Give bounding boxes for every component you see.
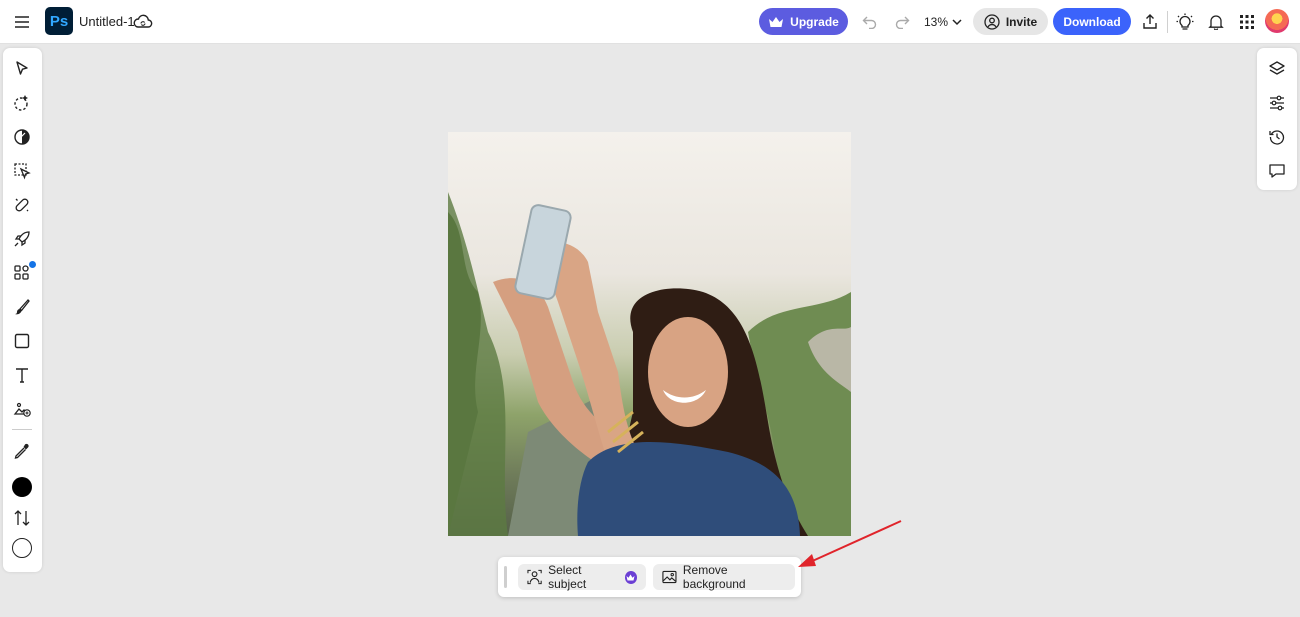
object-select-icon <box>14 163 31 180</box>
user-avatar[interactable] <box>1265 9 1289 33</box>
rocket-icon <box>14 231 30 247</box>
eyedropper-tool[interactable] <box>10 439 34 463</box>
comment-icon <box>1269 164 1285 178</box>
add-ons-tool[interactable] <box>10 261 36 285</box>
layers-icon <box>1269 61 1285 75</box>
quick-selection-tool[interactable] <box>10 91 34 115</box>
selfie-photo <box>448 192 851 536</box>
select-subject-icon <box>527 569 542 585</box>
left-toolbar <box>3 48 42 572</box>
toolbar-divider <box>1167 11 1168 33</box>
layers-button[interactable] <box>1265 57 1289 81</box>
history-button[interactable] <box>1265 125 1289 149</box>
object-selection-tool[interactable] <box>10 159 34 183</box>
move-tool[interactable] <box>10 57 34 81</box>
foreground-color-circle <box>12 477 32 497</box>
select-subject-button[interactable]: Select subject <box>518 563 646 591</box>
shape-tool[interactable] <box>10 329 34 353</box>
adjust-tool[interactable] <box>10 125 34 149</box>
bandage-icon <box>15 198 29 212</box>
download-button[interactable]: Download <box>1053 8 1131 35</box>
dashed-selection-icon <box>14 95 28 111</box>
eyedropper-icon <box>14 443 29 459</box>
brush-tool[interactable] <box>10 295 34 319</box>
hamburger-icon <box>15 16 29 28</box>
photoshop-logo[interactable]: Ps <box>45 7 73 35</box>
tool-separator <box>12 429 32 430</box>
taskbar-drag-handle[interactable] <box>504 566 507 588</box>
apps-button[interactable] <box>1235 10 1259 34</box>
image-icon <box>662 570 677 584</box>
right-toolbar <box>1257 48 1297 190</box>
document-title[interactable]: Untitled-1 <box>79 13 135 29</box>
type-tool[interactable] <box>10 363 34 387</box>
upgrade-button[interactable]: Upgrade <box>759 8 848 35</box>
learn-button[interactable] <box>1173 10 1197 34</box>
cloud-sync-button[interactable] <box>132 11 154 33</box>
healing-tool[interactable] <box>10 193 34 217</box>
redo-button[interactable] <box>890 10 914 34</box>
crown-icon <box>769 16 784 27</box>
upgrade-label: Upgrade <box>790 14 839 29</box>
red-arrow-annotation <box>798 520 902 567</box>
foreground-color-swatch[interactable] <box>10 475 34 499</box>
swap-arrows-icon <box>14 510 30 526</box>
undo-icon <box>862 16 877 29</box>
add-image-icon <box>13 402 31 417</box>
adjustments-button[interactable] <box>1265 91 1289 115</box>
plugins-grid-icon <box>14 265 29 280</box>
notifications-button[interactable] <box>1204 10 1228 34</box>
cloud-sync-icon <box>133 14 153 28</box>
add-image-tool[interactable] <box>10 397 34 421</box>
canvas-photo[interactable] <box>448 132 851 536</box>
type-icon <box>16 368 28 383</box>
background-color-swatch[interactable] <box>10 536 34 560</box>
contrast-icon <box>14 129 30 145</box>
background-color-circle <box>12 538 32 558</box>
chevron-down-icon <box>952 19 962 26</box>
invite-user-icon <box>984 13 1000 30</box>
menu-button[interactable] <box>10 10 34 34</box>
history-icon <box>1269 130 1285 145</box>
quick-actions-tool[interactable] <box>10 227 34 251</box>
new-badge <box>29 261 36 268</box>
apps-grid-icon <box>1240 15 1254 29</box>
comments-button[interactable] <box>1265 159 1289 183</box>
top-bar: Ps Untitled-1 Upgrade 13% Invite Downloa… <box>0 0 1300 44</box>
remove-background-button[interactable]: Remove background <box>653 563 795 591</box>
invite-button[interactable]: Invite <box>973 8 1048 35</box>
invite-label: Invite <box>1005 14 1038 29</box>
share-button[interactable] <box>1138 10 1162 34</box>
bell-icon <box>1208 15 1224 30</box>
zoom-level: 13% <box>923 15 949 29</box>
swap-colors-button[interactable] <box>10 506 34 530</box>
share-icon <box>1143 14 1157 29</box>
rectangle-icon <box>14 333 30 349</box>
redo-icon <box>895 16 910 29</box>
pointer-arrow-icon <box>16 61 28 75</box>
lightbulb-icon <box>1176 13 1194 30</box>
remove-background-label: Remove background <box>682 563 746 591</box>
zoom-dropdown[interactable]: 13% <box>920 10 966 34</box>
premium-crown-icon <box>624 570 637 584</box>
contextual-taskbar: Select subject Remove background <box>498 557 801 597</box>
select-subject-label: Select subject <box>548 563 587 591</box>
sliders-icon <box>1270 95 1284 111</box>
undo-button[interactable] <box>858 10 882 34</box>
brush-icon <box>15 299 30 315</box>
